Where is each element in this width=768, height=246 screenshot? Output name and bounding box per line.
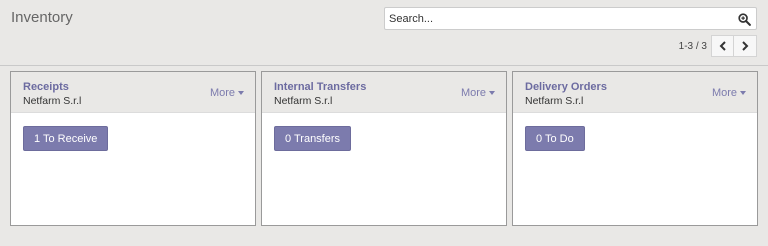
- kanban-card-receipts: Receipts Netfarm S.r.l More 1 To Receive: [10, 71, 256, 226]
- more-label: More: [209, 87, 235, 99]
- caret-down-icon: [740, 91, 746, 95]
- more-dropdown[interactable]: More: [712, 87, 746, 99]
- caret-down-icon: [238, 91, 244, 95]
- control-panel: Inventory 1-3 / 3: [0, 0, 768, 66]
- page-title: Inventory: [11, 9, 73, 26]
- transfers-button[interactable]: 0 Transfers: [274, 126, 352, 151]
- more-label: More: [460, 87, 486, 99]
- card-title[interactable]: Delivery Orders: [525, 81, 607, 93]
- to-receive-button[interactable]: 1 To Receive: [23, 126, 109, 151]
- pager-previous-button[interactable]: [711, 35, 734, 57]
- chevron-left-icon: [719, 41, 726, 51]
- to-do-button[interactable]: 0 To Do: [525, 126, 585, 151]
- kanban-card-internal-transfers: Internal Transfers Netfarm S.r.l More 0 …: [261, 71, 507, 226]
- pager: 1-3 / 3: [679, 35, 757, 57]
- more-dropdown[interactable]: More: [210, 87, 244, 99]
- caret-down-icon: [489, 91, 495, 95]
- magnifier-icon[interactable]: [738, 13, 751, 26]
- card-header: Internal Transfers Netfarm S.r.l More: [262, 72, 506, 113]
- kanban-card-delivery-orders: Delivery Orders Netfarm S.r.l More 0 To …: [512, 71, 758, 226]
- card-title[interactable]: Receipts: [23, 81, 69, 93]
- card-title[interactable]: Internal Transfers: [274, 81, 366, 93]
- search-input[interactable]: [385, 8, 725, 29]
- card-company: Netfarm S.r.l: [525, 95, 584, 107]
- card-company: Netfarm S.r.l: [274, 95, 333, 107]
- pager-value[interactable]: 1-3 / 3: [679, 41, 707, 52]
- more-dropdown[interactable]: More: [461, 87, 495, 99]
- card-header: Receipts Netfarm S.r.l More: [11, 72, 255, 113]
- more-label: More: [711, 87, 737, 99]
- kanban-view: Receipts Netfarm S.r.l More 1 To Receive…: [10, 71, 758, 226]
- pager-next-button[interactable]: [734, 35, 757, 57]
- card-company: Netfarm S.r.l: [23, 95, 82, 107]
- chevron-right-icon: [742, 41, 749, 51]
- search-box[interactable]: [384, 7, 757, 30]
- card-header: Delivery Orders Netfarm S.r.l More: [513, 72, 757, 113]
